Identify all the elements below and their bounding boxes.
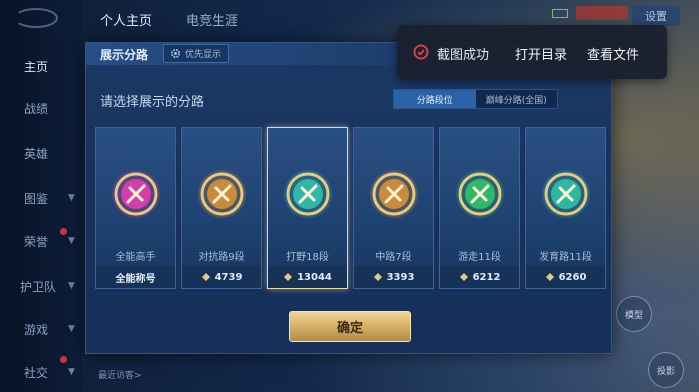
farm-lane-emblem-icon [542, 170, 590, 218]
chevron-down-icon: ▼ [68, 193, 75, 203]
tab-peak-lane[interactable]: 巅峰分路(全国) [476, 90, 558, 108]
battery-icon [552, 9, 568, 18]
resource-indicator [576, 6, 628, 20]
display-lane-dialog: 展示分路 优先显示 请选择展示的分路 分路段位 巅峰分路(全国) 全能高手全能称… [85, 42, 613, 354]
lane-card[interactable]: 中路7段 3393 [353, 127, 434, 289]
tab-esports[interactable]: 电竞生涯 [186, 10, 238, 29]
lane-card[interactable]: 发育路11段 6260 [525, 127, 606, 289]
dialog-subtitle: 请选择展示的分路 [100, 95, 205, 110]
all-round-emblem-icon [112, 170, 160, 218]
nav-item-home[interactable]: 主页 [24, 58, 48, 75]
confirm-button[interactable]: 确定 [289, 311, 411, 342]
lane-card-score: 3393 [386, 271, 415, 283]
nav-item-codex[interactable]: 图鉴 [24, 190, 48, 207]
lane-card-score: 4739 [214, 271, 243, 283]
lane-cards: 全能高手 全能称号 对抗路9段 4739 打野18段 13044 中路7段 3393 游走11段… [95, 127, 606, 291]
lane-card-label: 打野18段 [286, 252, 329, 263]
projection-button[interactable]: 投影 [648, 352, 684, 388]
lane-card-label: 中路7段 [375, 252, 412, 263]
notification-dot [60, 356, 67, 363]
lane-card-score: 全能称号 [115, 273, 156, 285]
view-file-link[interactable]: 查看文件 [587, 44, 639, 63]
priority-label: 优先显示 [185, 50, 222, 60]
lane-card-footer: 13044 [268, 266, 347, 288]
roam-emblem-icon [456, 170, 504, 218]
score-icon [459, 273, 468, 281]
notification-dot [60, 228, 67, 235]
back-icon[interactable] [14, 8, 58, 28]
jungle-emblem-icon [284, 170, 332, 218]
lane-card-score: 6260 [558, 271, 587, 283]
nav-item-games[interactable]: 游戏 [24, 321, 48, 338]
lane-card[interactable]: 全能高手 全能称号 [95, 127, 176, 289]
settings-button[interactable]: 设置 [632, 6, 680, 26]
chevron-down-icon: ▼ [68, 236, 75, 246]
mid-lane-emblem-icon [370, 170, 418, 218]
tab-lane-rank[interactable]: 分路段位 [394, 90, 476, 108]
priority-display-button[interactable]: 优先显示 [163, 44, 230, 63]
lane-card-footer: 3393 [354, 266, 433, 288]
score-icon [284, 273, 293, 281]
lane-card-footer: 6260 [526, 266, 605, 288]
chevron-down-icon: ▼ [68, 281, 75, 291]
recent-visitors[interactable]: 最近访客> [98, 368, 142, 381]
lane-card-label: 发育路11段 [539, 252, 592, 263]
score-icon [201, 273, 210, 281]
screenshot-toast: 截图成功 打开目录 查看文件 [397, 25, 667, 79]
nav-item-social[interactable]: 社交 [24, 364, 48, 381]
score-icon [545, 273, 554, 281]
nav-item-records[interactable]: 战绩 [24, 100, 48, 117]
lane-card-label: 对抗路9段 [198, 252, 245, 263]
check-circle-icon [413, 44, 429, 60]
chevron-down-icon: ▼ [68, 324, 75, 334]
clash-lane-emblem-icon [198, 170, 246, 218]
gear-icon [170, 48, 181, 59]
tab-profile[interactable]: 个人主页 [100, 10, 152, 29]
score-icon [373, 273, 382, 281]
dialog-title: 展示分路 [100, 48, 149, 62]
lane-card-footer: 6212 [440, 266, 519, 288]
model-button[interactable]: 模型 [616, 296, 652, 332]
lane-card-label: 游走11段 [458, 252, 501, 263]
nav-item-heroes[interactable]: 英雄 [24, 145, 48, 162]
lane-card[interactable]: 游走11段 6212 [439, 127, 520, 289]
chevron-down-icon: ▼ [68, 367, 75, 377]
nav-item-honor[interactable]: 荣誉 [24, 233, 48, 250]
lane-card-score: 6212 [472, 271, 501, 283]
left-nav: 主页 战绩 英雄 图鉴 ▼ 荣誉 ▼ 护卫队 ▼ 游戏 ▼ 社交 ▼ [0, 0, 82, 392]
toast-message: 截图成功 [437, 48, 490, 63]
open-directory-link[interactable]: 打开目录 [515, 44, 567, 63]
lane-card-label: 全能高手 [115, 252, 156, 263]
lane-card[interactable]: 打野18段 13044 [267, 127, 348, 289]
lane-card[interactable]: 对抗路9段 4739 [181, 127, 262, 289]
lane-card-footer: 全能称号 [96, 266, 175, 288]
lane-mode-switch: 分路段位 巅峰分路(全国) [393, 89, 558, 109]
nav-item-guard[interactable]: 护卫队 [20, 278, 56, 295]
lane-card-footer: 4739 [182, 266, 261, 288]
lane-card-score: 13044 [297, 271, 332, 283]
